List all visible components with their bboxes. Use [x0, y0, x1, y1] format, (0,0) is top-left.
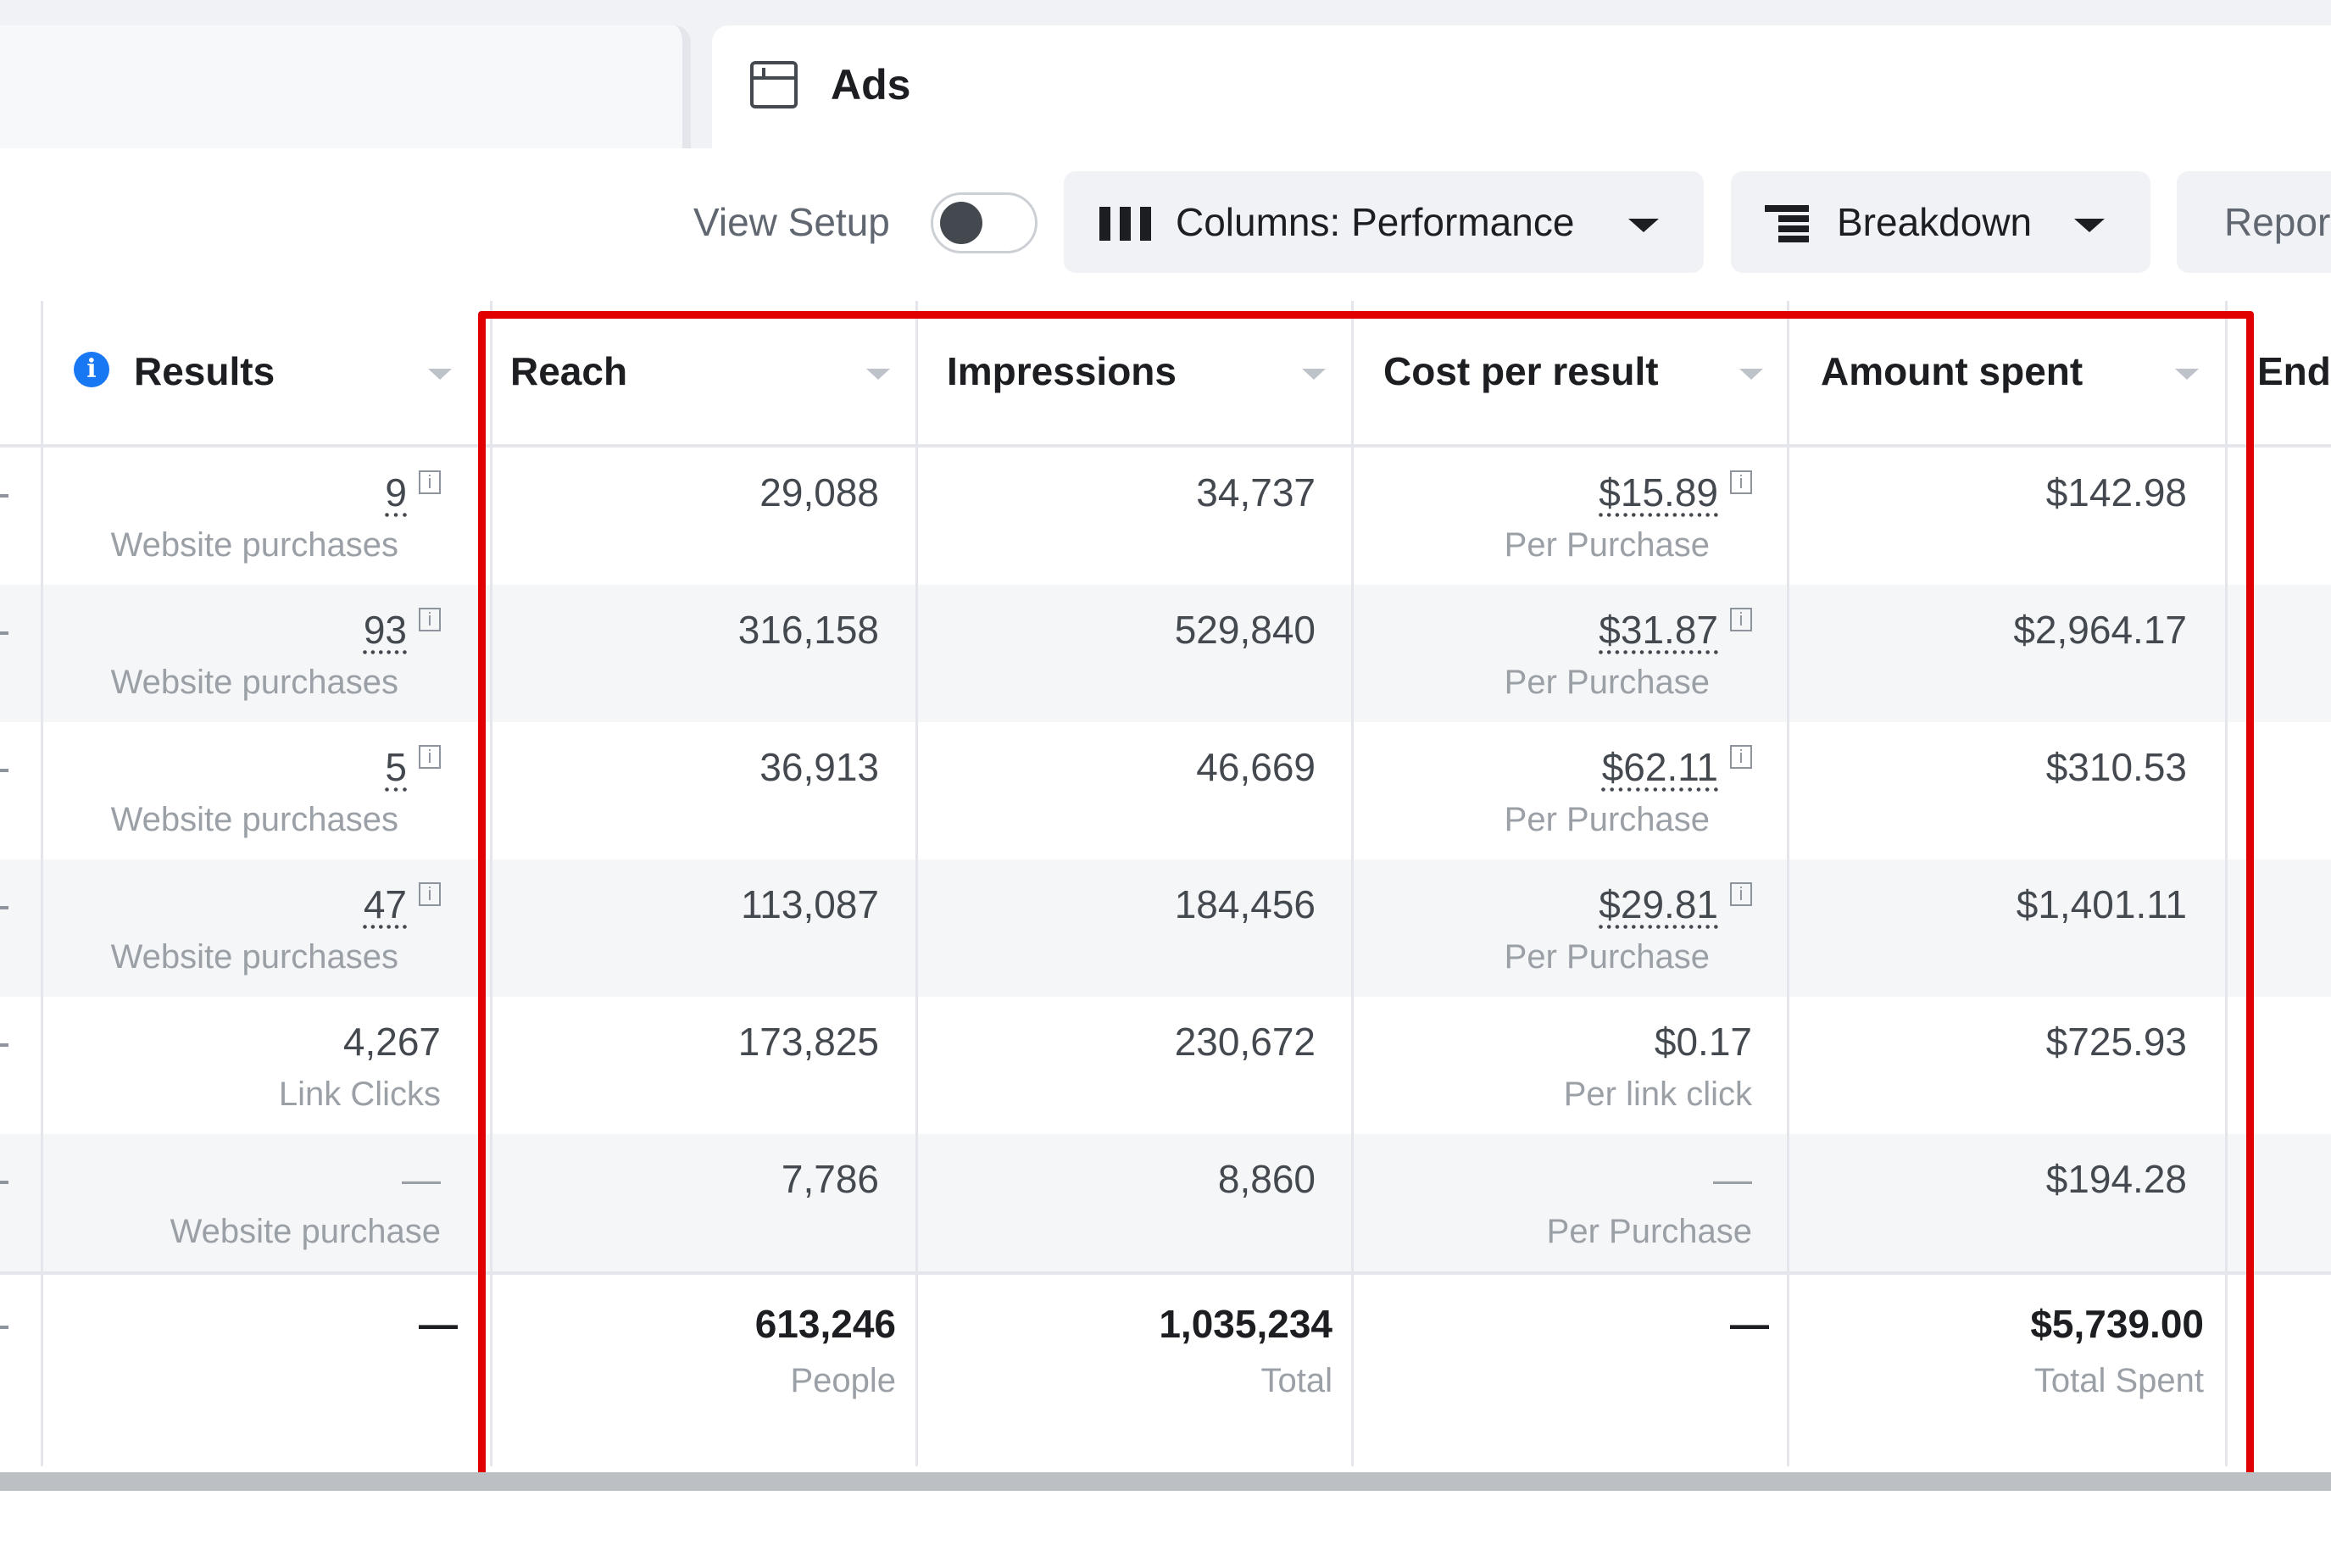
results-value[interactable]: 5i: [385, 743, 441, 791]
ads-panel-icon: [750, 61, 798, 108]
breakdown-icon: [1765, 205, 1809, 244]
results-value: —: [402, 1157, 441, 1201]
chevron-down-icon: [1628, 219, 1659, 232]
columns-icon: [1099, 207, 1152, 241]
results-sub: Website purchases: [110, 938, 398, 976]
results-sub: Website purchase: [170, 1213, 441, 1250]
row-marker: [0, 1043, 8, 1047]
attribution-icon: i: [419, 470, 441, 494]
view-setup-toggle[interactable]: [931, 192, 1038, 253]
row-marker: [0, 1326, 8, 1329]
reports-button[interactable]: Repor: [2177, 171, 2331, 273]
row-marker: [0, 631, 8, 635]
horizontal-scrollbar[interactable]: [0, 1472, 2331, 1491]
results-value[interactable]: 47 i: [364, 881, 441, 928]
highlight-box: [478, 311, 2254, 1485]
columns-button[interactable]: Columns: Performance: [1064, 171, 1704, 273]
view-setup-label: View Setup: [693, 200, 890, 244]
row-marker: [0, 906, 8, 909]
results-value[interactable]: 9i: [385, 469, 441, 516]
attribution-icon: i: [419, 608, 441, 631]
breakdown-button-label: Breakdown: [1837, 200, 2033, 244]
results-sub: Website purchases: [110, 526, 398, 564]
tab-ads[interactable]: [712, 25, 2331, 148]
info-icon[interactable]: i: [74, 352, 109, 387]
results-value: 4,267: [342, 1020, 441, 1064]
header-results[interactable]: Results: [134, 348, 275, 395]
attribution-icon: i: [419, 882, 441, 906]
sort-caret-icon[interactable]: [428, 369, 452, 380]
breakdown-button[interactable]: Breakdown: [1731, 171, 2150, 273]
column-divider: [41, 301, 43, 1466]
header-ends[interactable]: End: [2257, 348, 2331, 395]
results-sub: Link Clicks: [278, 1076, 441, 1113]
results-sub: Website purchases: [110, 801, 398, 838]
results-total: —: [419, 1302, 458, 1346]
row-marker: [0, 1181, 8, 1184]
results-sub: Website purchases: [110, 664, 398, 701]
page-bottom: [0, 1491, 2331, 1568]
reports-button-label: Repor: [2224, 200, 2331, 244]
tab-ads-label: Ads: [831, 61, 911, 108]
columns-button-label: Columns: Performance: [1176, 200, 1575, 244]
row-marker: [0, 769, 8, 772]
chevron-down-icon: [2074, 219, 2105, 232]
row-marker: [0, 494, 8, 498]
results-value[interactable]: 93 i: [364, 606, 441, 653]
attribution-icon: i: [419, 745, 441, 769]
toggle-knob: [940, 202, 982, 244]
left-panel-tab[interactable]: [0, 25, 691, 148]
